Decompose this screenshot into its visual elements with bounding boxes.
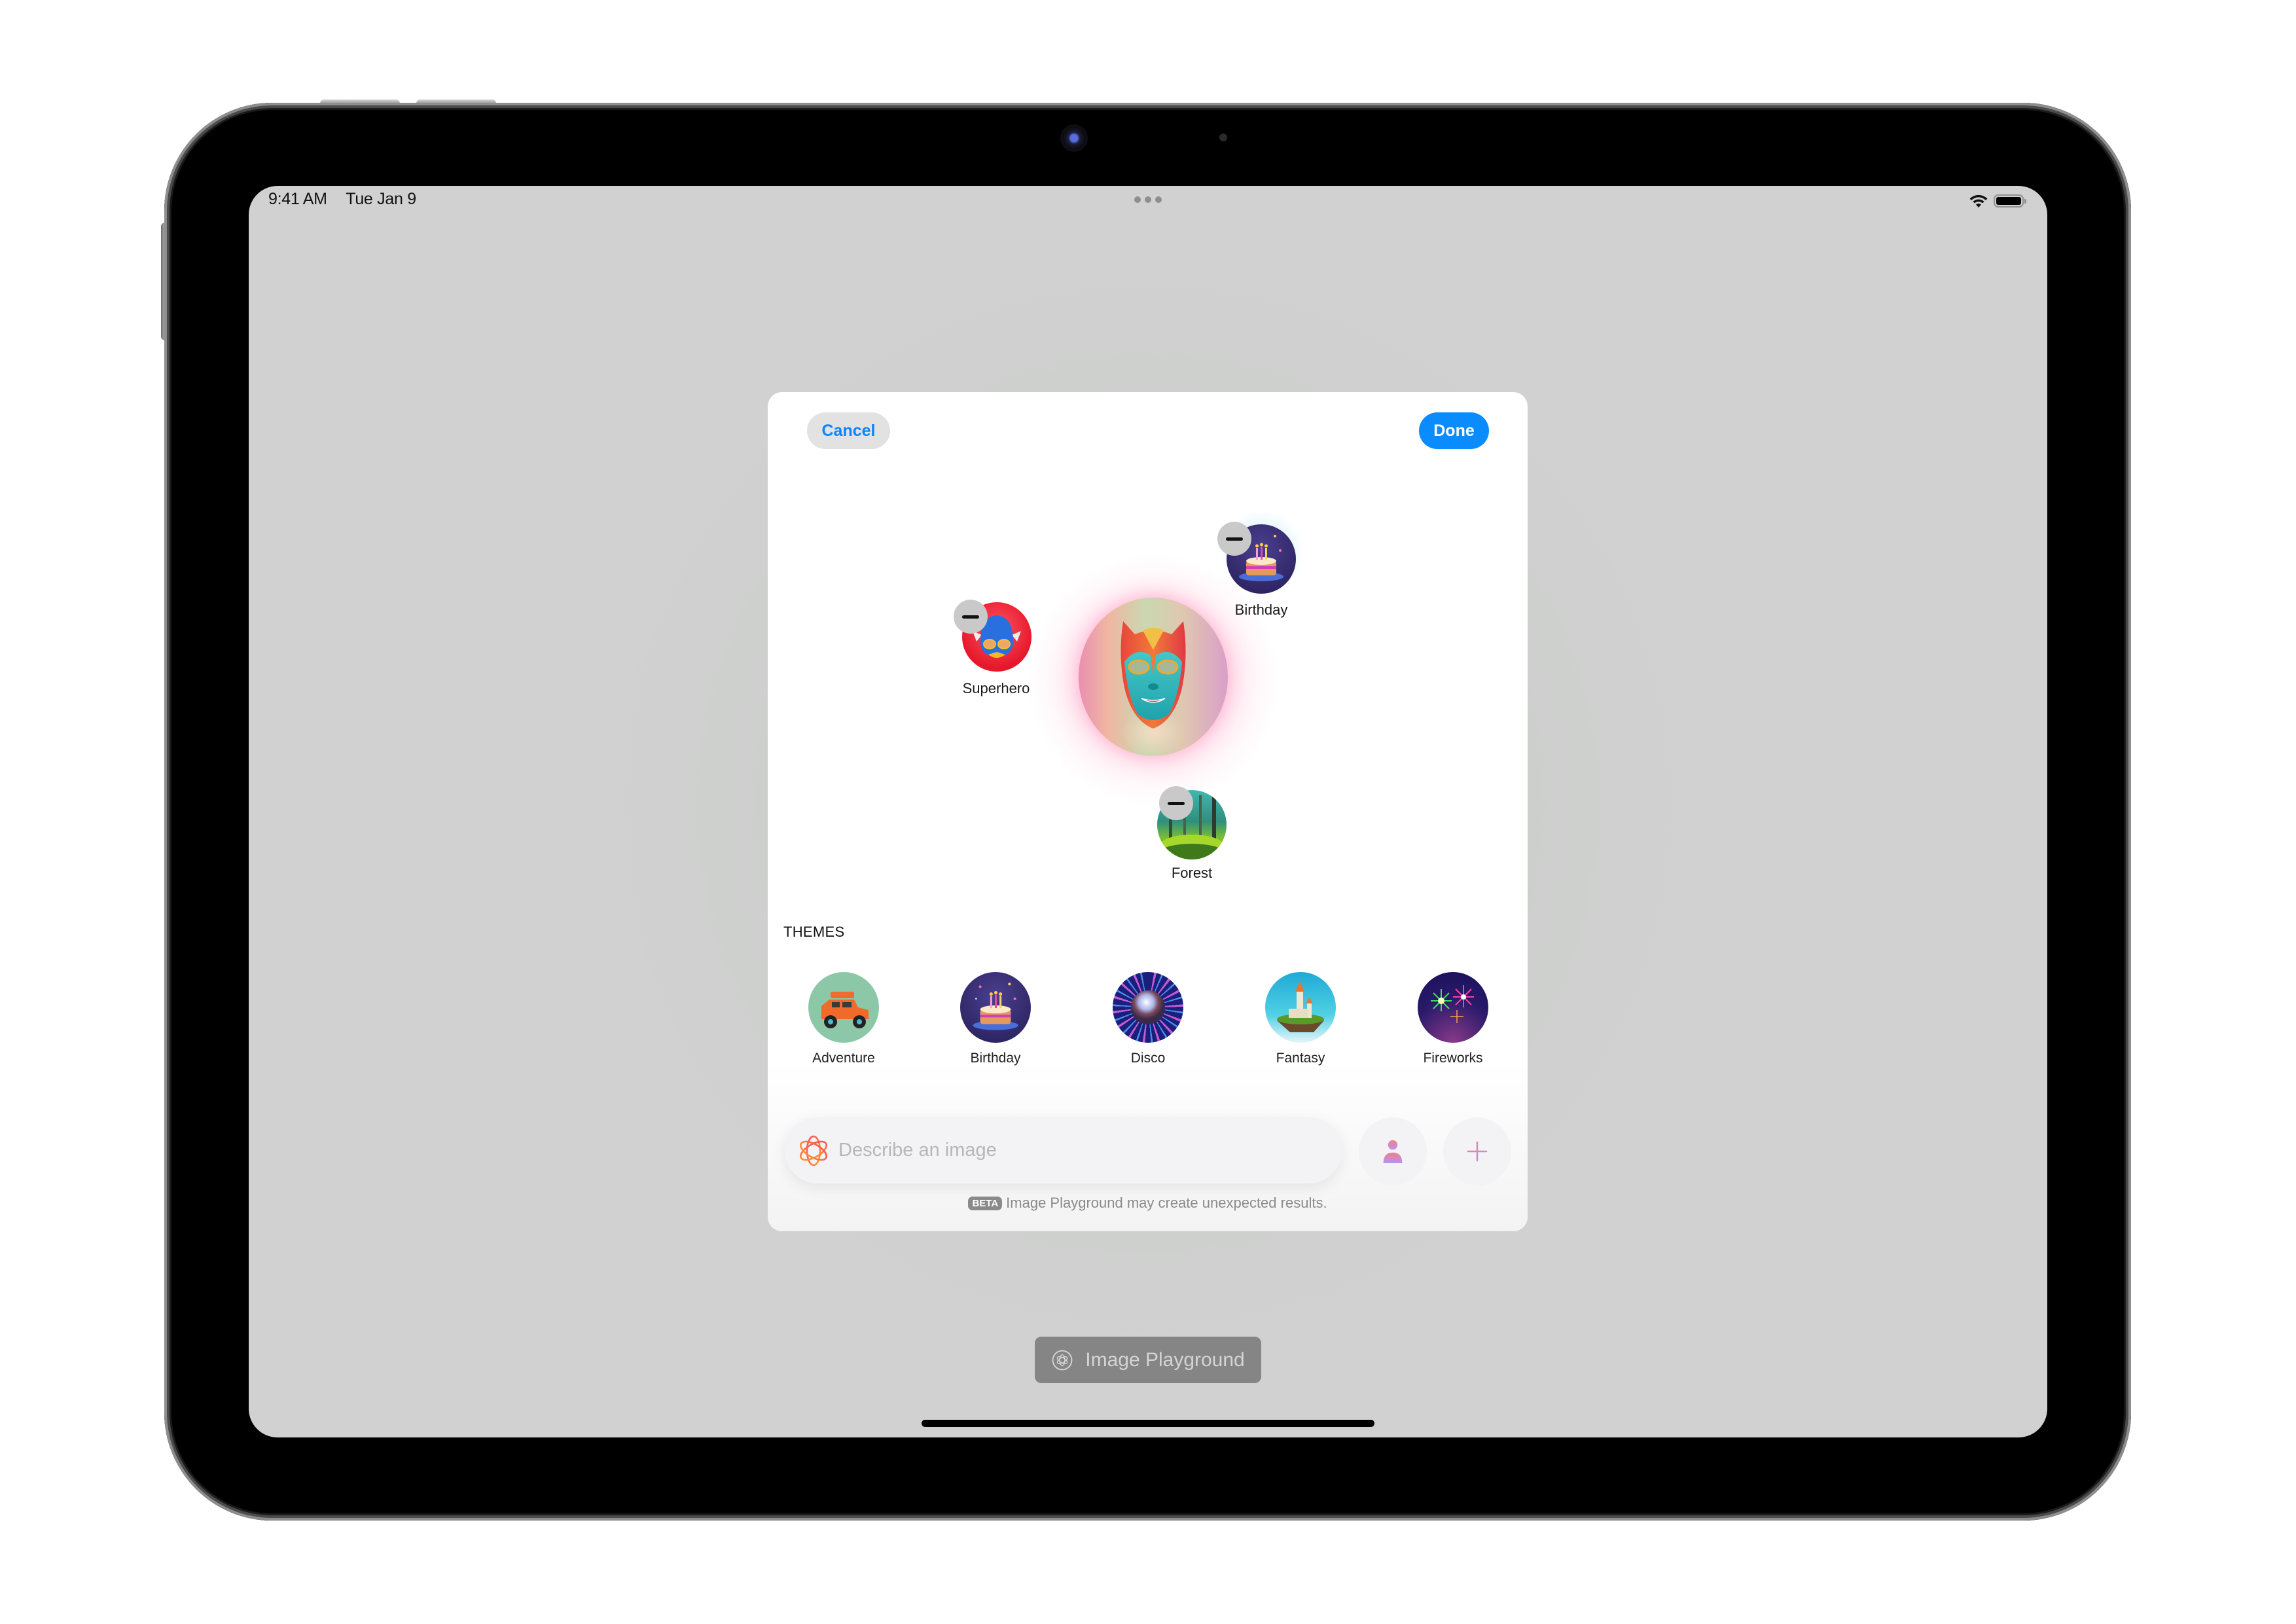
fantasy-castle-image <box>1265 972 1336 1043</box>
disclaimer-text: Image Playground may create unexpected r… <box>1006 1195 1327 1211</box>
image-playground-button[interactable]: Image Playground <box>1035 1337 1261 1383</box>
status-time: 9:41 AM <box>268 190 327 208</box>
mask-illustration <box>1121 621 1186 729</box>
birthday-cake-image <box>960 972 1031 1043</box>
minus-icon <box>1226 537 1243 541</box>
remove-superhero-button[interactable] <box>954 600 988 634</box>
front-camera-icon <box>1060 124 1088 152</box>
multitask-ellipsis-icon[interactable] <box>1134 196 1162 203</box>
concept-label-superhero: Superhero <box>962 680 1030 696</box>
theme-adventure[interactable]: Adventure <box>798 972 889 1066</box>
disclaimer: BETA Image Playground may create unexpect… <box>768 1195 1528 1212</box>
image-playground-label: Image Playground <box>1085 1348 1245 1371</box>
theme-label: Adventure <box>812 1051 875 1066</box>
adventure-jeep-image <box>808 972 879 1043</box>
theme-label: Fantasy <box>1276 1051 1325 1066</box>
describe-image-input[interactable] <box>837 1139 1298 1162</box>
image-playground-sheet: Cancel Done Superhero Birthday Forest TH… <box>768 392 1528 1231</box>
disco-ball-image <box>1113 972 1183 1043</box>
describe-image-field[interactable] <box>785 1117 1342 1183</box>
status-date: Tue Jan 9 <box>346 190 416 208</box>
preview-image-superhero-mask[interactable] <box>1079 598 1228 756</box>
concept-label-forest: Forest <box>1171 865 1213 881</box>
theme-birthday[interactable]: Birthday <box>950 972 1041 1066</box>
person-icon <box>1383 1140 1403 1163</box>
home-indicator[interactable] <box>922 1420 1374 1427</box>
themes-section-title: THEMES <box>783 924 845 940</box>
theme-disco[interactable]: Disco <box>1102 972 1194 1066</box>
remove-birthday-button[interactable] <box>1217 522 1251 556</box>
minus-icon <box>962 615 979 619</box>
done-button[interactable]: Done <box>1419 412 1489 449</box>
plus-icon <box>1467 1141 1488 1162</box>
theme-label: Birthday <box>970 1051 1021 1066</box>
theme-label: Fireworks <box>1423 1051 1483 1066</box>
battery-full-icon <box>1994 194 2026 208</box>
wifi-icon <box>1969 194 1988 208</box>
theme-fireworks[interactable]: Fireworks <box>1407 972 1499 1066</box>
image-playground-icon <box>800 1135 827 1166</box>
theme-fantasy[interactable]: Fantasy <box>1255 972 1346 1066</box>
add-concept-button[interactable] <box>1443 1117 1511 1185</box>
remove-forest-button[interactable] <box>1159 786 1193 820</box>
cancel-button[interactable]: Cancel <box>807 412 890 449</box>
status-bar-left: 9:41 AM Tue Jan 9 <box>268 190 416 209</box>
ambient-sensor <box>1219 134 1227 141</box>
theme-label: Disco <box>1130 1051 1166 1066</box>
beta-badge: BETA <box>968 1197 1003 1210</box>
fireworks-image <box>1418 972 1488 1043</box>
concept-label-birthday: Birthday <box>1234 602 1288 618</box>
minus-icon <box>1168 801 1185 805</box>
image-playground-icon <box>1052 1350 1073 1370</box>
add-person-button[interactable] <box>1359 1117 1427 1185</box>
